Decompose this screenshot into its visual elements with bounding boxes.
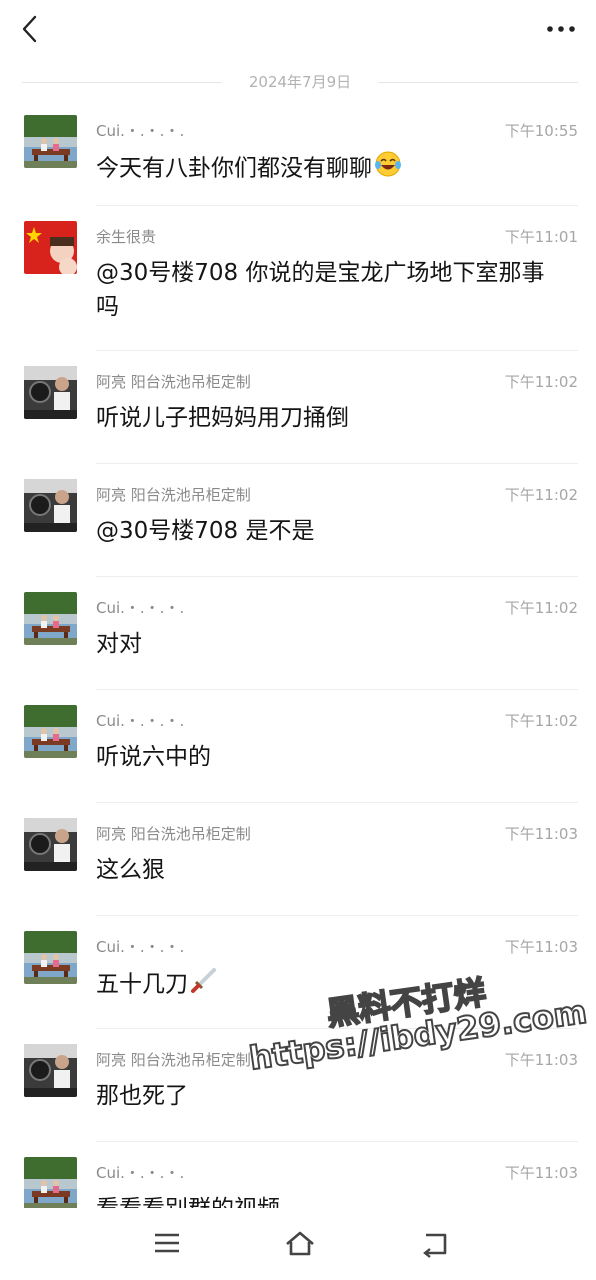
message-text[interactable]: 对对 — [96, 627, 566, 661]
avatar[interactable] — [24, 1044, 77, 1097]
divider — [378, 82, 578, 83]
message-item[interactable]: 阿亮 阳台洗池吊柜定制 下午11:02 @30号楼708 是不是 — [0, 464, 596, 577]
message-time: 下午11:03 — [504, 1051, 578, 1069]
message-text[interactable]: 五十几刀 — [96, 966, 566, 1004]
message-text[interactable]: 今天有八卦你们都没有聊聊 — [96, 150, 566, 188]
menu-icon[interactable] — [150, 1228, 184, 1258]
more-dots-icon[interactable] — [544, 14, 578, 44]
avatar[interactable] — [24, 115, 77, 168]
avatar[interactable] — [24, 818, 77, 871]
avatar[interactable] — [24, 592, 77, 645]
message-text-body: 那也死了 — [96, 1083, 188, 1109]
home-icon[interactable] — [283, 1228, 317, 1258]
message-time: 下午11:03 — [504, 1164, 578, 1182]
sender-name: 阿亮 阳台洗池吊柜定制 — [96, 373, 251, 391]
sender-name: Cui.・.・.・. — [96, 712, 185, 730]
sender-name: Cui.・.・.・. — [96, 1164, 185, 1182]
sender-name: Cui.・.・.・. — [96, 938, 185, 956]
message-item[interactable]: 阿亮 阳台洗池吊柜定制 下午11:03 这么狠 — [0, 803, 596, 916]
sender-name: 阿亮 阳台洗池吊柜定制 — [96, 825, 251, 843]
system-nav-bar — [0, 1210, 596, 1280]
sender-name: Cui.・.・.・. — [96, 599, 185, 617]
message-time: 下午11:02 — [504, 486, 578, 504]
message-text-body: 听说六中的 — [96, 744, 211, 770]
message-text[interactable]: @30号楼708 是不是 — [96, 514, 566, 548]
message-text-body: 五十几刀 — [96, 971, 188, 998]
avatar[interactable] — [24, 366, 77, 419]
message-item[interactable]: Cui.・.・.・. 下午11:02 对对 — [0, 577, 596, 690]
back-arrow-icon[interactable] — [418, 1228, 452, 1258]
message-text-body: @30号楼708 你说的是宝龙广场地下室那事吗 — [96, 260, 545, 320]
message-text[interactable]: 这么狠 — [96, 853, 566, 887]
date-separator: 2024年7月9日 — [22, 66, 578, 98]
avatar[interactable] — [24, 705, 77, 758]
sender-name: Cui.・.・.・. — [96, 122, 185, 140]
message-item[interactable]: Cui.・.・.・. 下午10:55 今天有八卦你们都没有聊聊 — [0, 100, 596, 206]
message-text-body: 看看看别群的视频 — [96, 1196, 280, 1208]
sender-name: 阿亮 阳台洗池吊柜定制 — [96, 1051, 251, 1069]
sender-name: 阿亮 阳台洗池吊柜定制 — [96, 486, 251, 504]
avatar[interactable] — [24, 221, 77, 274]
message-item[interactable]: 余生很贵 下午11:01 @30号楼708 你说的是宝龙广场地下室那事吗 — [0, 206, 596, 351]
message-item[interactable]: 阿亮 阳台洗池吊柜定制 下午11:02 听说儿子把妈妈用刀捅倒 — [0, 351, 596, 464]
message-item[interactable]: Cui.・.・.・. 下午11:03 看看看别群的视频 — [0, 1142, 596, 1208]
message-time: 下午11:02 — [504, 373, 578, 391]
message-text[interactable]: 看看看别群的视频 — [96, 1192, 566, 1208]
message-text[interactable]: @30号楼708 你说的是宝龙广场地下室那事吗 — [96, 256, 566, 324]
sender-name: 余生很贵 — [96, 228, 157, 246]
message-time: 下午11:02 — [504, 712, 578, 730]
message-time: 下午11:01 — [504, 228, 578, 246]
avatar[interactable] — [24, 931, 77, 984]
top-bar — [0, 0, 596, 58]
message-time: 下午10:55 — [504, 122, 578, 140]
message-text[interactable]: 那也死了 — [96, 1079, 566, 1113]
message-item[interactable]: Cui.・.・.・. 下午11:02 听说六中的 — [0, 690, 596, 803]
laughing-tears-emoji — [374, 150, 402, 188]
message-list[interactable]: Cui.・.・.・. 下午10:55 今天有八卦你们都没有聊聊余生很贵 下午11:01… — [0, 100, 596, 1208]
message-text-body: 对对 — [96, 631, 142, 657]
message-text-body: 听说儿子把妈妈用刀捅倒 — [96, 405, 349, 431]
message-text-body: @30号楼708 是不是 — [96, 518, 315, 544]
dagger-emoji — [190, 966, 218, 1004]
message-item[interactable]: 阿亮 阳台洗池吊柜定制 下午11:03 那也死了 — [0, 1029, 596, 1142]
message-text[interactable]: 听说六中的 — [96, 740, 566, 774]
message-text-body: 这么狠 — [96, 857, 165, 883]
message-text[interactable]: 听说儿子把妈妈用刀捅倒 — [96, 401, 566, 435]
message-time: 下午11:03 — [504, 938, 578, 956]
message-time: 下午11:02 — [504, 599, 578, 617]
avatar[interactable] — [24, 479, 77, 532]
message-text-body: 今天有八卦你们都没有聊聊 — [96, 155, 372, 182]
avatar[interactable] — [24, 1157, 77, 1208]
chevron-left-icon[interactable] — [14, 12, 48, 46]
message-time: 下午11:03 — [504, 825, 578, 843]
message-item[interactable]: Cui.・.・.・. 下午11:03 五十几刀 — [0, 916, 596, 1029]
